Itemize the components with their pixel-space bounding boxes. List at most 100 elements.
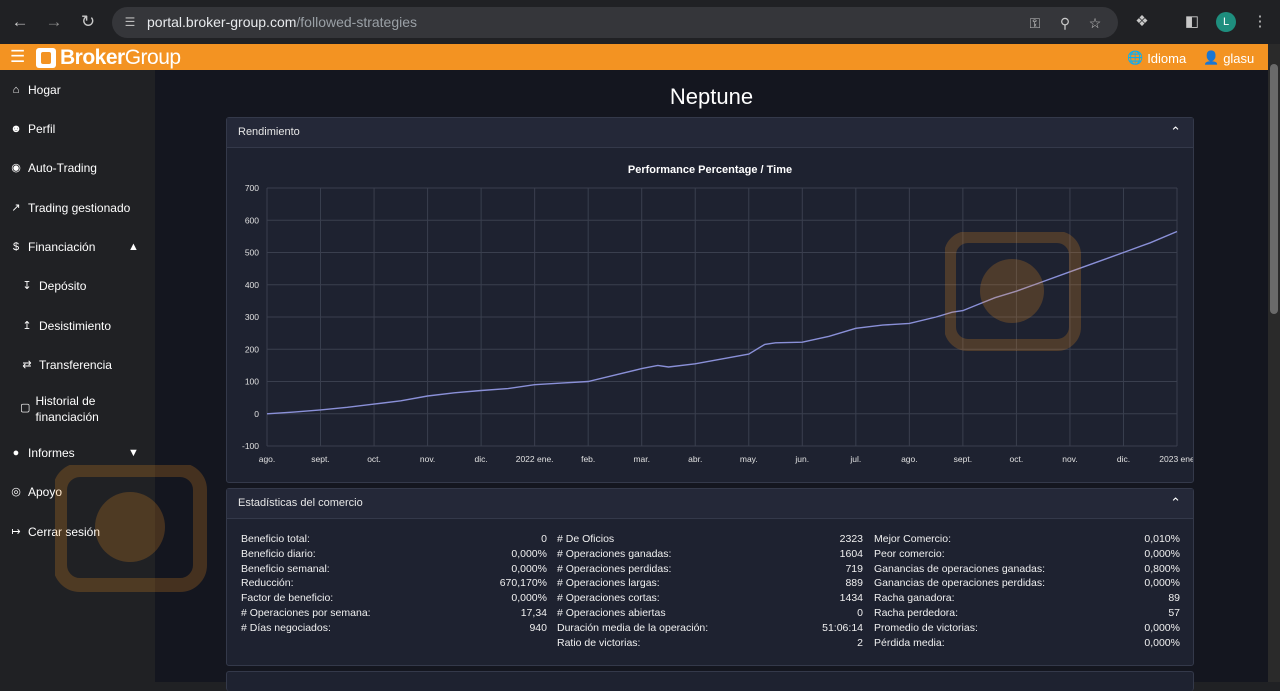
- stat-value: 2: [857, 636, 863, 649]
- stat-value: 0,000%: [511, 547, 547, 560]
- x-tick-label: oct.: [1010, 454, 1024, 464]
- stats-column-1: Beneficio total: 0 Beneficio diario: 0,000%…: [241, 533, 547, 637]
- stat-value: 0,000%: [1144, 547, 1180, 560]
- sidebar-item-label: Desistimiento: [39, 319, 112, 333]
- sidebar-item-funding-history[interactable]: ▢ Historial de financiación: [20, 393, 130, 425]
- stat-row: Ganancias de operaciones ganadas: 0,800%: [874, 563, 1180, 578]
- stat-label: Racha ganadora:: [874, 592, 955, 605]
- stat-value: 889: [845, 577, 863, 590]
- stats-column-3: Mejor Comercio: 0,010% Peor comercio: 0,000…: [874, 533, 1180, 651]
- side-panel-icon[interactable]: ◧: [1181, 11, 1203, 33]
- sidebar-item-logout[interactable]: ↦ Cerrar sesión: [9, 525, 100, 539]
- sidebar-item-withdrawal[interactable]: ↥ Desistimiento: [20, 319, 111, 333]
- url-text[interactable]: portal.broker-group.com/followed-strateg…: [147, 14, 417, 30]
- language-label: Idioma: [1147, 50, 1187, 66]
- stat-label: Ratio de victorias:: [557, 636, 641, 649]
- stat-row: Factor de beneficio: 0,000%: [241, 592, 547, 607]
- zoom-icon[interactable]: ⚲: [1055, 13, 1075, 33]
- x-tick-label: sept.: [954, 454, 972, 464]
- sidebar-item-deposit[interactable]: ↧ Depósito: [20, 279, 86, 293]
- stat-row: Ganancias de operaciones perdidas: 0,000%: [874, 577, 1180, 592]
- stat-value: 1604: [839, 547, 863, 560]
- logo-mark-icon: [36, 48, 56, 68]
- page-scrollbar[interactable]: [1268, 44, 1280, 682]
- stat-label: Factor de beneficio:: [241, 592, 334, 605]
- browser-menu-icon[interactable]: ⋮: [1249, 11, 1271, 33]
- stat-value: 1434: [839, 592, 863, 605]
- bookmark-star-icon[interactable]: ☆: [1085, 13, 1105, 33]
- stat-label: Ganancias de operaciones ganadas:: [874, 562, 1046, 575]
- extensions-icon[interactable]: ❖: [1131, 11, 1153, 33]
- stat-row: # Días negociados: 940: [241, 622, 547, 637]
- sidebar-item-home[interactable]: ⌂ Hogar: [9, 83, 61, 97]
- sidebar-item-managed-trading[interactable]: ↗ Trading gestionado: [9, 201, 130, 215]
- performance-chart: -100 0 100 200 300 400 500 600 700 ago. sept. oct. n…: [242, 183, 1193, 464]
- sidebar-item-financing[interactable]: $ Financiación: [9, 240, 95, 254]
- sidebar-item-label: Depósito: [39, 279, 87, 293]
- user-icon: ☻: [10, 123, 22, 135]
- language-selector[interactable]: 🌐 Idioma: [1127, 50, 1186, 66]
- stat-label: Duración media de la operación:: [557, 621, 709, 634]
- sidebar-item-auto-trading[interactable]: ◉ Auto-Trading: [9, 161, 97, 175]
- back-arrow-icon[interactable]: ←: [9, 11, 31, 33]
- stat-value: 719: [845, 562, 863, 575]
- password-key-icon[interactable]: ⚿: [1025, 13, 1045, 33]
- x-tick-label: dic.: [475, 454, 488, 464]
- stat-value: 0: [857, 606, 863, 619]
- stat-label: # Operaciones ganadas:: [557, 547, 672, 560]
- trend-icon: ↗: [11, 202, 21, 214]
- sidebar-item-reports[interactable]: ● Informes: [9, 446, 75, 460]
- support-icon: ◎: [11, 486, 21, 498]
- brand-name-bold: Broker: [60, 46, 125, 69]
- forward-arrow-icon[interactable]: →: [43, 11, 65, 33]
- sidebar-item-label: Hogar: [28, 83, 61, 97]
- stat-row: # De Oficios 2323: [557, 533, 863, 548]
- stat-label: # Operaciones abiertas: [557, 606, 666, 619]
- sidebar-item-label: Historial de financiación: [35, 394, 99, 424]
- performance-card: Rendimiento ⌃ Performance Percentage / T…: [226, 117, 1194, 483]
- stat-row: Ratio de victorias: 2: [557, 637, 863, 652]
- profile-avatar[interactable]: L: [1216, 12, 1236, 32]
- file-icon: ▢: [20, 402, 31, 414]
- trade-stats-card-header[interactable]: Estadísticas del comercio ⌃: [227, 489, 1193, 519]
- reload-icon[interactable]: ↻: [77, 11, 99, 33]
- next-card: [226, 671, 1194, 691]
- y-tick-label: 400: [245, 280, 259, 290]
- sidebar-item-profile[interactable]: ☻ Perfil: [9, 122, 55, 136]
- stat-row: # Operaciones perdidas: 719: [557, 563, 863, 578]
- performance-card-header[interactable]: Rendimiento ⌃: [227, 118, 1193, 148]
- site-settings-icon[interactable]: ☰: [122, 14, 138, 30]
- stat-row: # Operaciones por semana: 17,34: [241, 607, 547, 622]
- stat-label: Ganancias de operaciones perdidas:: [874, 577, 1046, 590]
- finance-icon: $: [12, 241, 20, 253]
- collapse-chevron-icon[interactable]: ⌃: [1170, 495, 1181, 511]
- stat-value: 57: [1168, 606, 1180, 619]
- performance-series-line: [266, 230, 1178, 415]
- withdraw-icon: ↥: [22, 320, 32, 332]
- x-tick-label: dic.: [1117, 454, 1130, 464]
- stat-row: # Operaciones ganadas: 1604: [557, 548, 863, 563]
- sidebar-item-label: Informes: [28, 446, 75, 460]
- sidebar-item-transfer[interactable]: ⇄ Transferencia: [20, 358, 112, 372]
- chevron-down-icon[interactable]: ▼: [128, 447, 139, 459]
- home-icon: ⌂: [12, 84, 20, 96]
- hamburger-menu-icon[interactable]: ☰: [10, 48, 28, 65]
- stat-row: Beneficio semanal: 0,000%: [241, 563, 547, 578]
- sidebar-item-support[interactable]: ◎ Apoyo: [9, 485, 62, 499]
- brand-logo[interactable]: Broker Group: [36, 46, 181, 69]
- sidebar-item-label: Trading gestionado: [28, 201, 131, 215]
- sidebar-item-label: Cerrar sesión: [28, 525, 101, 539]
- user-menu[interactable]: 👤 glasu: [1203, 50, 1254, 66]
- x-tick-label: nov.: [420, 454, 435, 464]
- browser-toolbar: ← → ↻ ☰ portal.broker-group.com/followed…: [0, 0, 1280, 44]
- x-tick-label: 2022 ene.: [516, 454, 554, 464]
- stat-row: # Operaciones cortas: 1434: [557, 592, 863, 607]
- y-tick-label: 600: [245, 215, 259, 225]
- chevron-up-icon[interactable]: ▲: [128, 241, 139, 253]
- collapse-chevron-icon[interactable]: ⌃: [1170, 124, 1181, 140]
- stat-row: Beneficio total: 0: [241, 533, 547, 548]
- username-label: glasu: [1223, 50, 1255, 66]
- scrollbar-thumb[interactable]: [1270, 64, 1278, 314]
- x-tick-label: nov.: [1062, 454, 1077, 464]
- address-bar[interactable]: ☰ portal.broker-group.com/followed-strat…: [112, 7, 1118, 38]
